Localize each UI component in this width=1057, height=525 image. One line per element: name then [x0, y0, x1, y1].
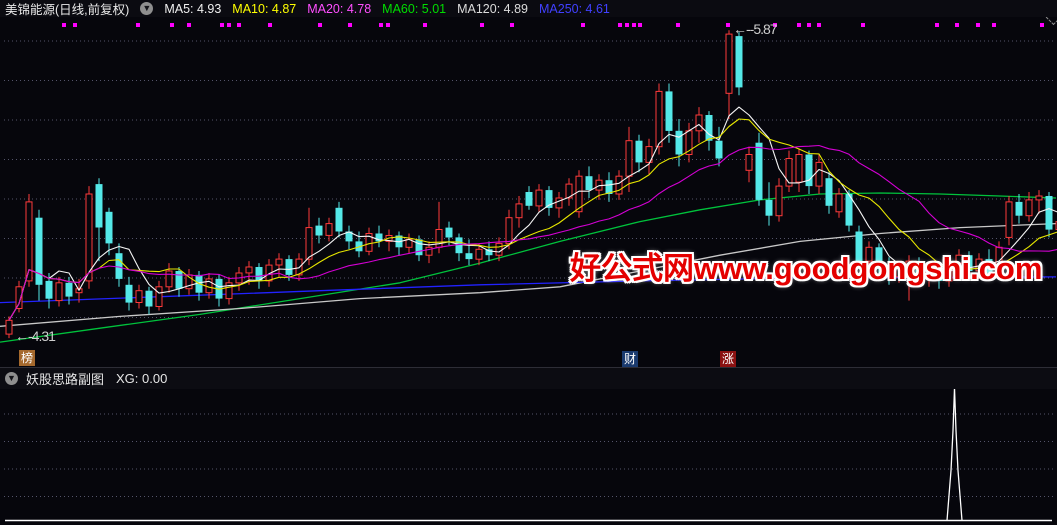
badge-bang: 榜 — [19, 350, 35, 366]
info-bar: 美锦能源(日线,前复权) ▼ MA5: 4.93 MA10: 4.87 MA20… — [0, 0, 1057, 17]
subchart-xg-value: XG: 0.00 — [116, 371, 168, 386]
ma60-legend: MA60: 5.01 — [382, 1, 447, 16]
ma10-legend: MA10: 4.87 — [232, 1, 297, 16]
subchart-chevron-down-icon[interactable]: ▼ — [5, 372, 18, 385]
subchart-title: 妖股思路副图 — [26, 372, 105, 387]
badge-zhang: 涨 — [720, 351, 736, 367]
ma250-legend: MA250: 4.61 — [539, 1, 610, 16]
ma120-legend: MA120: 4.89 — [457, 1, 528, 16]
low-price-label: ←-4.31 — [15, 328, 56, 344]
subchart-header: ▼ 妖股思路副图 XG: 0.00 — [0, 367, 1057, 389]
ma20-legend: MA20: 4.78 — [307, 1, 372, 16]
badge-cai: 财 — [622, 351, 638, 367]
chevron-down-icon[interactable]: ▼ — [140, 2, 154, 15]
ma5-legend: MA5: 4.93 — [164, 1, 222, 16]
watermark: 好公式网www.goodgongshi.com — [570, 251, 1043, 286]
high-price-label: ←--5.87 — [733, 21, 778, 37]
stock-title: 美锦能源(日线,前复权) — [5, 3, 130, 17]
stock-app-window: 美锦能源(日线,前复权) ▼ MA5: 4.93 MA10: 4.87 MA20… — [0, 0, 1057, 525]
